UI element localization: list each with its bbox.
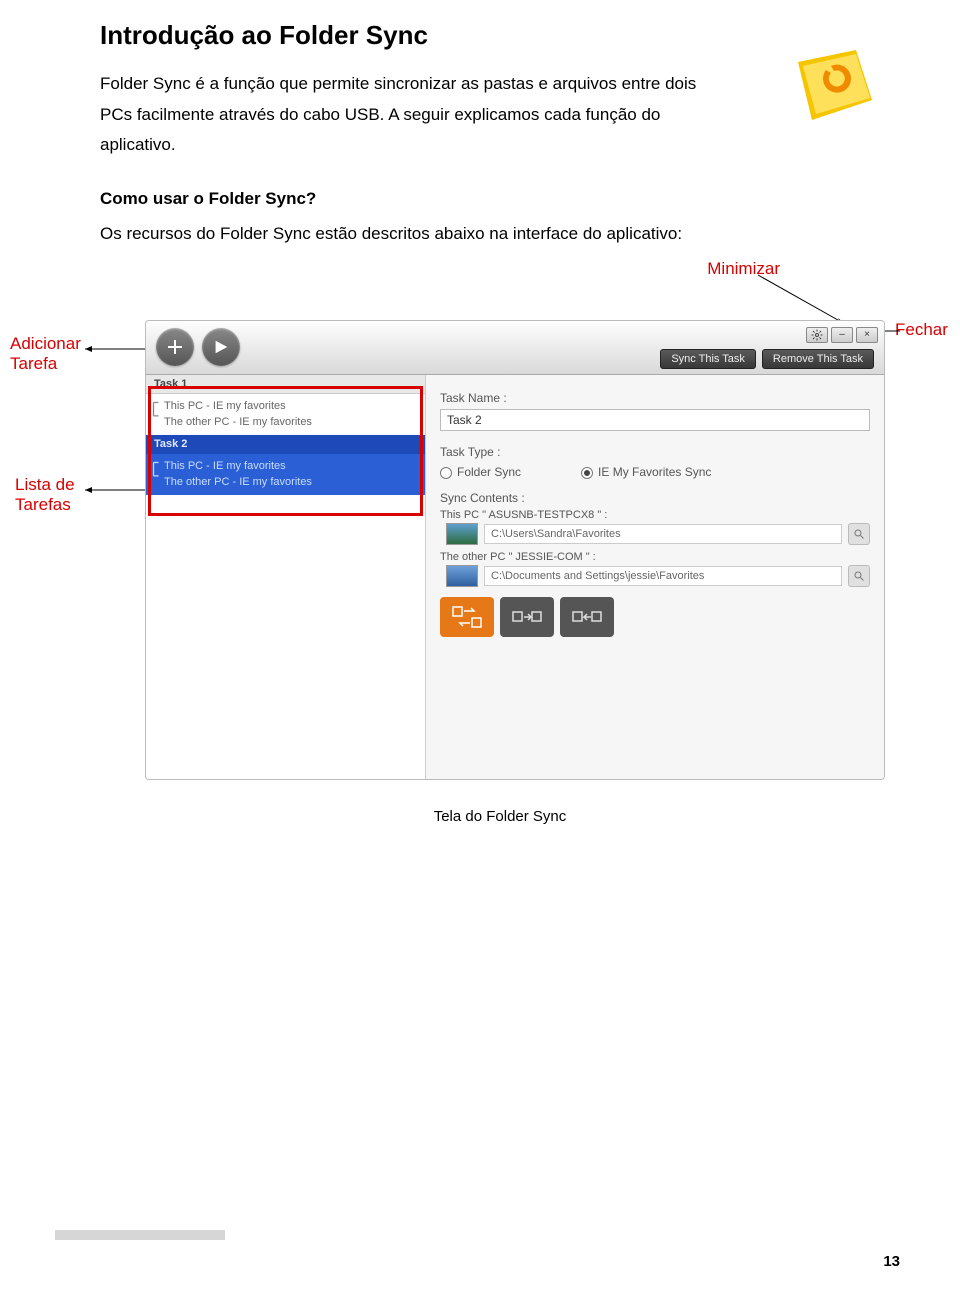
- sync-this-task-button[interactable]: Sync This Task: [660, 349, 756, 369]
- page-title: Introdução ao Folder Sync: [100, 20, 900, 51]
- task-type-option-folder[interactable]: Folder Sync: [440, 465, 521, 479]
- close-button[interactable]: ×: [856, 327, 878, 343]
- pc1-thumb-icon: [446, 523, 478, 545]
- browse-button[interactable]: [848, 523, 870, 545]
- pc1-path: C:\Users\Sandra\Favorites: [484, 524, 842, 544]
- annotation-lista-tarefas: Lista de Tarefas: [15, 475, 75, 516]
- annotation-adicionar-tarefa: Adicionar Tarefa: [10, 334, 81, 375]
- subhead: Como usar o Folder Sync?: [100, 189, 900, 209]
- sync-mode-two-way-button[interactable]: [440, 597, 494, 637]
- sync-all-button[interactable]: [202, 328, 240, 366]
- sync-link-icon: [149, 400, 163, 420]
- task-line: This PC - IE my favorites: [164, 398, 417, 415]
- folder-sync-logo-icon: [790, 40, 880, 135]
- pc2-label: The other PC " JESSIE-COM " :: [440, 551, 870, 563]
- intro-paragraph: Folder Sync é a função que permite sincr…: [100, 69, 720, 161]
- toolbar: – × Sync This Task Remove This Task: [146, 321, 884, 375]
- pc2-path: C:\Documents and Settings\jessie\Favorit…: [484, 566, 842, 586]
- minimize-button[interactable]: –: [831, 327, 853, 343]
- figure-caption: Tela do Folder Sync: [100, 808, 900, 825]
- task-detail-panel: Task Name : Task Type : Folder Sync IE M…: [426, 375, 884, 779]
- window-controls: – ×: [806, 327, 878, 343]
- search-icon: [853, 528, 865, 540]
- folder-sync-window: – × Sync This Task Remove This Task Task…: [145, 320, 885, 780]
- sync-contents-label: Sync Contents :: [440, 491, 870, 505]
- task-type-label: Task Type :: [440, 445, 870, 459]
- page-number: 13: [883, 1253, 900, 1270]
- task-item-selected[interactable]: This PC - IE my favorites The other PC -…: [146, 454, 425, 495]
- sync-mode-left-right-button[interactable]: [500, 597, 554, 637]
- radio-icon: [581, 467, 593, 479]
- screenshot-figure: Adicionar Tarefa Sincronizar Todos Confi…: [30, 320, 930, 800]
- browse-button[interactable]: [848, 565, 870, 587]
- remove-this-task-button[interactable]: Remove This Task: [762, 349, 874, 369]
- task-name-label: Task Name :: [440, 391, 870, 405]
- pc2-thumb-icon: [446, 565, 478, 587]
- radio-icon: [440, 467, 452, 479]
- task-item[interactable]: This PC - IE my favorites The other PC -…: [146, 394, 425, 435]
- pc1-label: This PC " ASUSNB-TESTPCX8 " :: [440, 509, 870, 521]
- sync-link-icon: [149, 460, 163, 480]
- body-line: Os recursos do Folder Sync estão descrit…: [100, 219, 900, 250]
- annotation-minimizar: Minimizar: [707, 259, 780, 278]
- settings-button[interactable]: [806, 327, 828, 343]
- footer-decoration: [55, 1230, 225, 1240]
- task-type-option-ie[interactable]: IE My Favorites Sync: [581, 465, 711, 479]
- task-name-input[interactable]: [440, 409, 870, 431]
- task-header[interactable]: Task 2: [146, 435, 425, 454]
- task-line: The other PC - IE my favorites: [164, 414, 417, 431]
- task-line: This PC - IE my favorites: [164, 458, 417, 475]
- search-icon: [853, 570, 865, 582]
- annotation-fechar: Fechar: [895, 320, 948, 340]
- task-header[interactable]: Task 1: [146, 375, 425, 394]
- add-task-button[interactable]: [156, 328, 194, 366]
- task-line: The other PC - IE my favorites: [164, 474, 417, 491]
- task-list-sidebar: Task 1 This PC - IE my favorites The oth…: [146, 375, 426, 779]
- sync-mode-right-left-button[interactable]: [560, 597, 614, 637]
